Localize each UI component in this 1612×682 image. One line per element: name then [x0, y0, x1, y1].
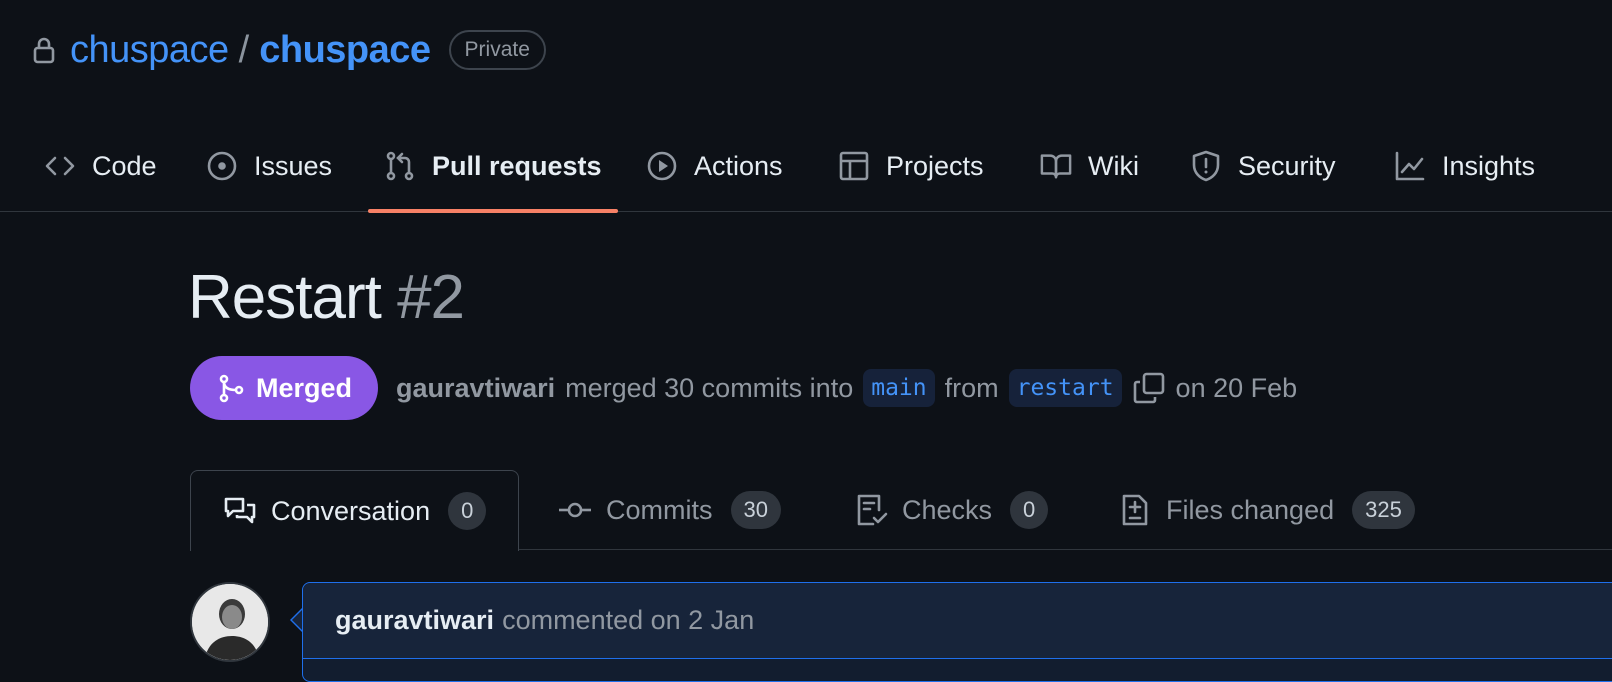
comment-discussion-icon: [223, 494, 257, 528]
play-icon: [646, 150, 678, 182]
comment-timestamp: commented on 2 Jan: [502, 605, 755, 635]
copy-icon[interactable]: [1132, 371, 1166, 405]
merge-date: on 20 Feb: [1175, 372, 1298, 403]
pr-meta: Merged gauravtiwari merged 30 commits in…: [190, 356, 1297, 420]
tab-label: Checks: [902, 494, 993, 525]
tab-pull-requests[interactable]: Pull requests: [368, 120, 618, 213]
tab-commits[interactable]: Commits 30: [558, 470, 781, 550]
visibility-badge: Private: [448, 30, 546, 70]
repo-owner-link[interactable]: chuspace: [70, 29, 229, 72]
tab-files-changed[interactable]: Files changed 325: [1118, 470, 1415, 550]
issue-icon: [206, 150, 238, 182]
comment-author-link[interactable]: gauravtiwari: [335, 605, 494, 636]
lock-icon: [30, 34, 58, 66]
pr-title: Restart #2: [188, 262, 465, 333]
comment-header: gauravtiwari commented on 2 Jan: [303, 583, 1612, 659]
tab-code[interactable]: Code: [44, 120, 157, 212]
git-merge-icon: [216, 373, 246, 403]
tab-insights[interactable]: Insights: [1394, 120, 1535, 212]
tab-security[interactable]: Security: [1190, 120, 1336, 212]
merged-status-badge: Merged: [190, 356, 379, 420]
tab-label: Pull requests: [432, 150, 602, 181]
pr-tabs: Conversation 0 Commits 30 Checks 0 Files…: [190, 470, 1612, 551]
tab-count: 0: [1010, 491, 1049, 529]
repo-header: chuspace / chuspace Private: [30, 24, 546, 76]
tab-label: Code: [92, 150, 157, 181]
merged-text: merged 30 commits into: [565, 372, 854, 403]
tab-label: Projects: [886, 150, 984, 181]
tab-label: Conversation: [271, 495, 431, 526]
from-text: from: [944, 372, 999, 403]
pr-number: #2: [397, 263, 465, 332]
file-diff-icon: [1118, 493, 1152, 527]
tab-label: Issues: [254, 150, 333, 181]
tab-wiki[interactable]: Wiki: [1040, 120, 1139, 212]
tab-checks[interactable]: Checks 0: [854, 470, 1049, 550]
repo-nav: Code Issues Pull requests Actions Projec…: [0, 120, 1612, 213]
checklist-icon: [854, 493, 888, 527]
code-icon: [44, 150, 76, 182]
shield-icon: [1190, 150, 1222, 182]
merged-status-label: Merged: [256, 372, 353, 403]
book-icon: [1040, 150, 1072, 182]
tab-label: Files changed: [1166, 494, 1335, 525]
tab-label: Insights: [1442, 150, 1536, 181]
pr-title-text: Restart: [188, 263, 382, 332]
pull-request-icon: [384, 150, 416, 182]
tab-label: Actions: [694, 150, 783, 181]
tab-count: 0: [448, 492, 487, 530]
tab-issues[interactable]: Issues: [206, 120, 332, 212]
tab-count: 325: [1352, 491, 1415, 529]
comment-pointer-inner: [292, 610, 302, 630]
tab-label: Security: [1238, 150, 1336, 181]
tab-projects[interactable]: Projects: [838, 120, 984, 212]
repo-name-link[interactable]: chuspace: [259, 29, 431, 72]
table-icon: [838, 150, 870, 182]
repo-separator: /: [238, 28, 250, 71]
avatar[interactable]: [190, 582, 270, 662]
tab-actions[interactable]: Actions: [646, 120, 783, 212]
comment-box: gauravtiwari commented on 2 Jan: [302, 582, 1612, 682]
tab-label: Commits: [606, 494, 713, 525]
head-branch[interactable]: restart: [1008, 369, 1122, 407]
base-branch[interactable]: main: [863, 369, 935, 407]
tab-conversation[interactable]: Conversation 0: [190, 470, 520, 551]
graph-icon: [1394, 150, 1426, 182]
pr-author-link[interactable]: gauravtiwari: [396, 373, 555, 404]
tab-count: 30: [730, 491, 781, 529]
tab-label: Wiki: [1088, 150, 1139, 181]
commit-icon: [558, 493, 592, 527]
